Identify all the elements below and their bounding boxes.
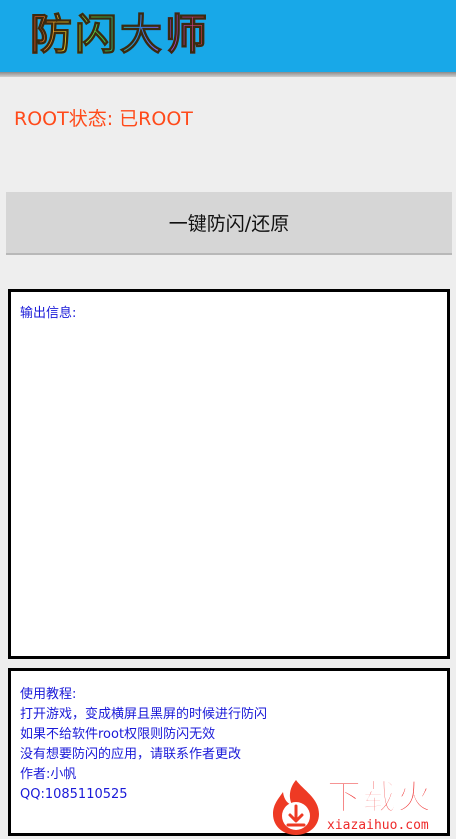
- site-watermark: 下载火 xiazaihuo.com: [265, 778, 456, 839]
- output-panel[interactable]: 输出信息:: [8, 289, 450, 659]
- tutorial-line: 没有想要防闪的应用，请联系作者更改: [20, 747, 242, 762]
- root-status-text: ROOT状态: 已ROOT: [14, 108, 193, 130]
- watermark-brand: 下载火: [327, 778, 432, 819]
- flame-download-logo-icon: [273, 780, 319, 835]
- one-click-toggle-button[interactable]: 一键防闪/还原: [6, 192, 452, 255]
- watermark-url: xiazaihuo.com: [327, 818, 429, 833]
- tutorial-line: QQ:1085110525: [20, 787, 128, 802]
- output-label: 输出信息:: [20, 306, 77, 321]
- app-titlebar: 防闪大师: [0, 0, 456, 72]
- titlebar-shadow: [0, 72, 456, 77]
- tutorial-line: 使用教程:: [20, 687, 77, 702]
- tutorial-line: 作者:小帆: [20, 767, 77, 782]
- app-title: 防闪大师: [29, 8, 210, 62]
- tutorial-line: 打开游戏，变成横屏且黑屏的时候进行防闪: [20, 707, 268, 722]
- tutorial-line: 如果不给软件root权限则防闪无效: [20, 727, 216, 742]
- tutorial-text: 使用教程: 打开游戏，变成横屏且黑屏的时候进行防闪 如果不给软件root权限则防…: [20, 685, 267, 805]
